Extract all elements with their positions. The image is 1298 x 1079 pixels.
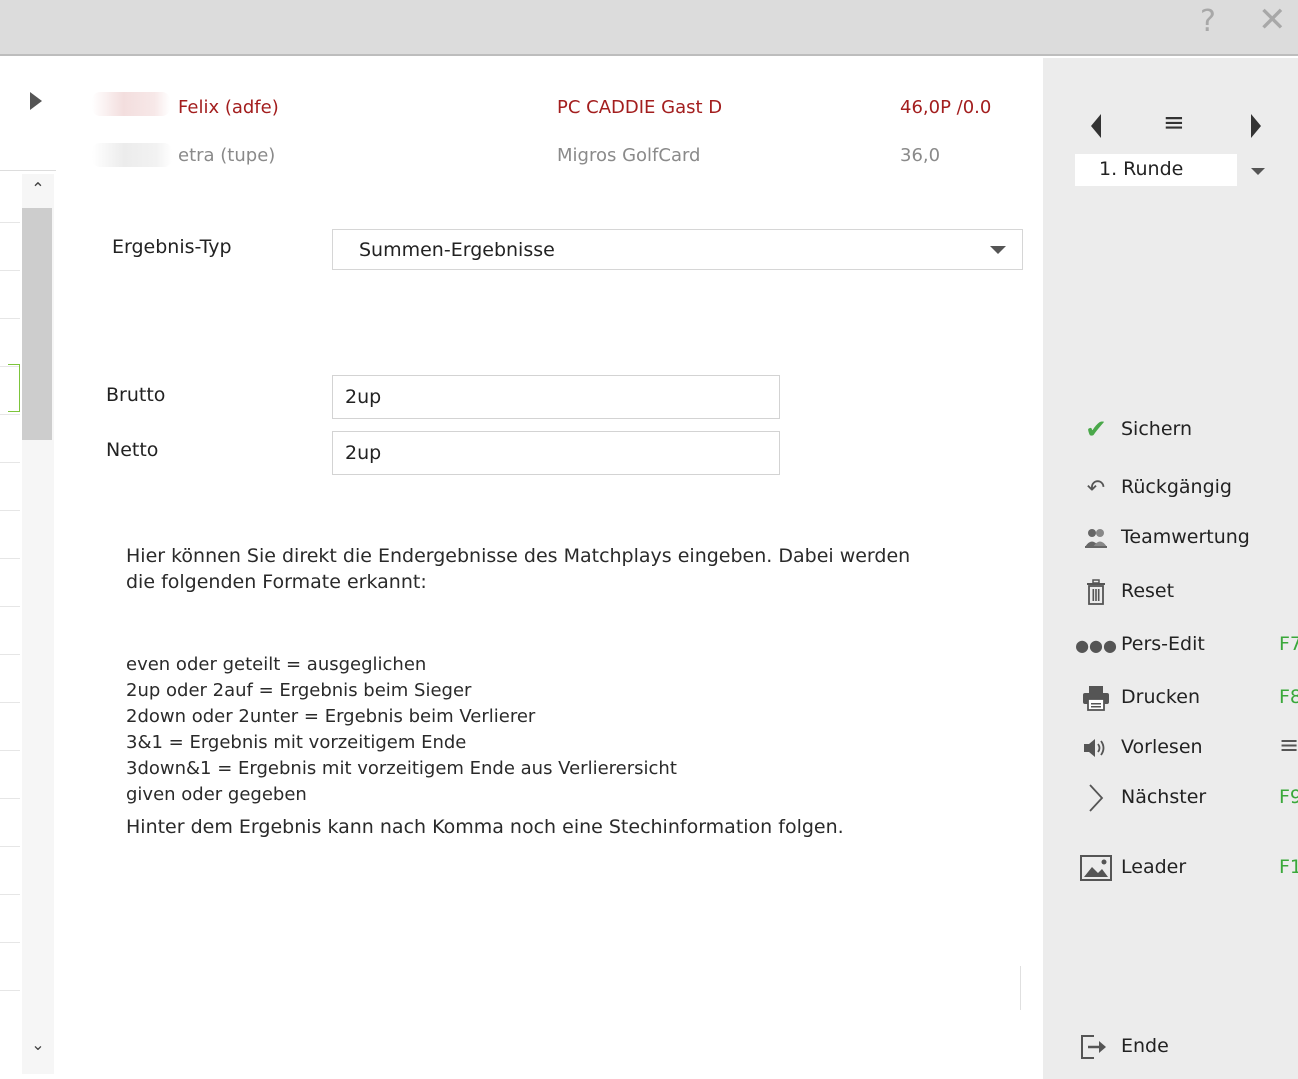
selected-row-marker[interactable] [8,364,20,412]
drucken-label: Drucken [1121,686,1200,708]
brutto-value: 2up [345,386,382,408]
rueckgaengig-button[interactable]: ↶ Rückgängig [1079,471,1289,507]
ende-label: Ende [1121,1035,1169,1057]
expand-arrow-icon[interactable] [30,92,42,110]
divider [0,170,56,171]
pers-edit-label: Pers-Edit [1121,633,1205,655]
reset-button[interactable]: Reset [1079,575,1289,611]
format-item: 3down&1 = Ergebnis mit vorzeitigem Ende … [126,758,677,779]
result-type-select[interactable]: Summen-Ergebnisse [332,229,1023,270]
format-list: even oder geteilt = ausgeglichen 2up ode… [126,652,677,808]
result-type-value: Summen-Ergebnisse [359,239,555,261]
leader-label: Leader [1121,856,1187,878]
naechster-shortcut: F9 [1279,786,1298,808]
format-item: 2down oder 2unter = Ergebnis beim Verlie… [126,706,536,727]
format-item: even oder geteilt = ausgeglichen [126,654,427,675]
rueckgaengig-label: Rückgängig [1121,476,1232,498]
player-2-hcp: 36,0 [900,145,941,166]
teamwertung-label: Teamwertung [1121,526,1250,548]
speaker-icon [1079,733,1113,763]
right-action-panel: ≡ 1. Runde ✔ Sichern ↶ Rückgängig Teamwe… [1043,58,1298,1079]
chevron-right-icon [1079,783,1113,813]
left-list-panel: ⌃ ⌄ [0,58,60,1079]
sichern-button[interactable]: ✔ Sichern [1079,413,1289,449]
vorlesen-label: Vorlesen [1121,736,1203,758]
round-value: 1. Runde [1099,158,1184,180]
sichern-label: Sichern [1121,418,1193,440]
printer-icon [1079,683,1113,713]
netto-input[interactable]: 2up [332,431,780,475]
check-icon: ✔ [1085,415,1107,445]
format-item: 3&1 = Ergebnis mit vorzeitigem Ende [126,732,467,753]
image-icon [1079,853,1113,883]
pers-edit-button[interactable]: ●●● Pers-Edit F7 [1075,628,1298,664]
previous-round-icon[interactable] [1091,114,1101,138]
undo-icon: ↶ [1086,475,1106,501]
brutto-input[interactable]: 2up [332,375,780,419]
title-bar: ? ✕ [0,0,1298,56]
naechster-button[interactable]: Nächster F9 [1079,781,1298,817]
close-icon[interactable]: ✕ [1258,0,1287,40]
player-1-card: PC CADDIE Gast D [557,97,723,118]
divider [1020,966,1021,1010]
teamwertung-button[interactable]: Teamwertung [1079,521,1289,557]
blurred-name-2 [92,143,172,167]
menu-icon[interactable]: ≡ [1279,731,1298,759]
player-1-name: Felix (adfe) [178,97,279,118]
reset-label: Reset [1121,580,1175,602]
round-select[interactable]: 1. Runde [1075,154,1237,186]
format-item: given oder gegeben [126,784,307,805]
vorlesen-button[interactable]: Vorlesen ≡ [1079,731,1298,767]
dots-icon: ●●● [1075,635,1117,655]
leader-button[interactable]: Leader F11 [1079,851,1298,887]
player-1-hcp: 46,0P /0.0 [900,97,992,118]
chevron-down-icon[interactable] [990,246,1006,254]
netto-label: Netto [106,439,159,461]
player-2-card: Migros GolfCard [557,145,701,166]
exit-icon [1079,1032,1113,1062]
blurred-name-1 [92,92,170,116]
drucken-shortcut: F8 [1279,686,1298,708]
pers-edit-shortcut: F7 [1279,633,1298,655]
scrollbar-thumb[interactable] [22,208,52,440]
next-round-icon[interactable] [1251,114,1261,138]
help-intro-line-1: Hier können Sie direkt die Endergebnisse… [126,545,911,567]
scroll-up-icon[interactable]: ⌃ [22,174,54,204]
help-intro-line-2: die folgenden Formate erkannt: [126,571,427,593]
trash-icon [1079,577,1113,607]
format-item: 2up oder 2auf = Ergebnis beim Sieger [126,680,472,701]
netto-value: 2up [345,442,382,464]
naechster-label: Nächster [1121,786,1207,808]
menu-icon[interactable]: ≡ [1163,108,1185,138]
chevron-down-icon[interactable] [1251,168,1265,175]
result-type-label: Ergebnis-Typ [112,236,232,258]
scroll-down-icon[interactable]: ⌄ [22,1030,54,1060]
help-stech-note: Hinter dem Ergebnis kann nach Komma noch… [126,816,844,838]
player-2-name: etra (tupe) [178,145,276,166]
ende-button[interactable]: Ende [1079,1030,1289,1066]
leader-shortcut: F11 [1279,856,1298,878]
help-intro: Hier können Sie direkt die Endergebnisse… [126,543,910,595]
brutto-label: Brutto [106,384,166,406]
help-icon[interactable]: ? [1200,4,1216,39]
team-icon [1079,523,1113,553]
drucken-button[interactable]: Drucken F8 [1079,681,1298,717]
